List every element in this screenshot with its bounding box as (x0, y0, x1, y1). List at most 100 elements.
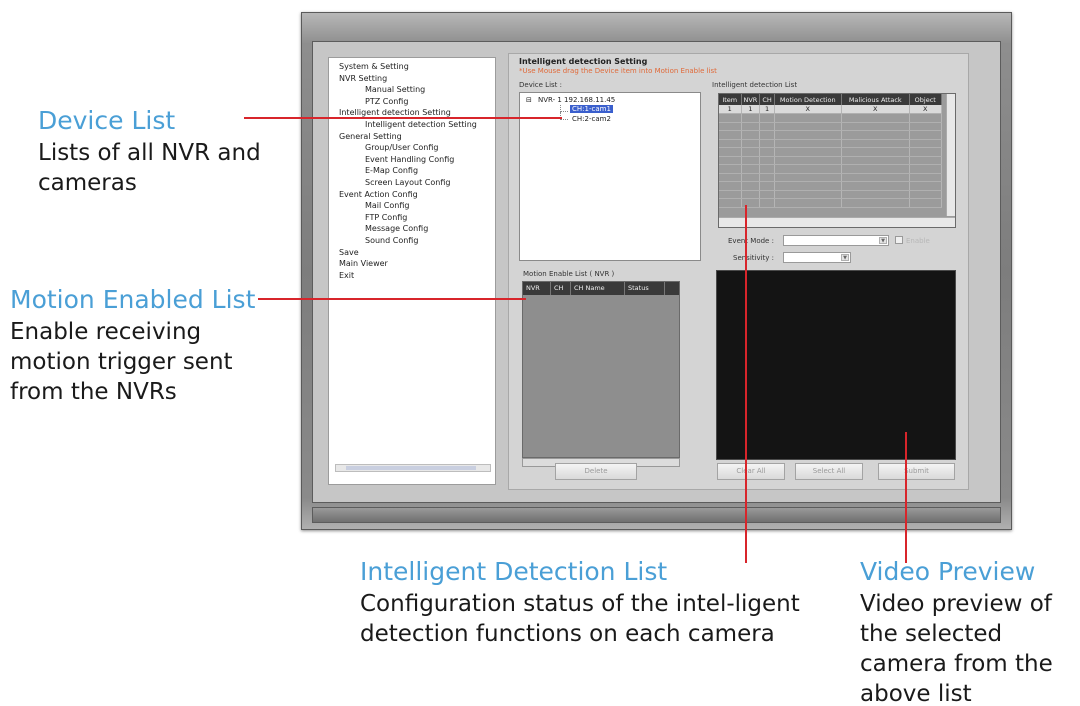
motion-enabled-leader-line (258, 298, 526, 300)
table-row-empty[interactable] (719, 198, 942, 208)
det-col-malicious-attack[interactable]: Malicious Attack (841, 94, 910, 105)
table-row-empty[interactable] (719, 190, 942, 199)
table-cell (774, 156, 842, 165)
detection-horizontal-scrollbar[interactable] (719, 217, 955, 227)
clear-all-button[interactable]: Clear All (717, 463, 785, 480)
det-col-nvr[interactable]: NVR (741, 94, 761, 105)
detection-vertical-scrollbar[interactable] (946, 94, 955, 216)
device-list-callout-desc: Lists of all NVR and cameras (38, 140, 261, 196)
table-cell (719, 164, 742, 174)
table-cell: X (909, 105, 942, 114)
motion-enable-list[interactable]: NVR CH CH Name Status (522, 281, 680, 458)
table-cell (719, 190, 742, 199)
submit-button[interactable]: Submit (878, 463, 955, 480)
det-col-item[interactable]: Item (719, 94, 742, 105)
table-cell (759, 173, 775, 182)
chevron-down-icon[interactable]: ▼ (879, 237, 887, 244)
intelligent-detection-list[interactable]: Item NVR CH Motion Detection Malicious A… (718, 93, 956, 228)
det-col-motion-detection[interactable]: Motion Detection (774, 94, 842, 105)
table-row-empty[interactable] (719, 147, 942, 157)
table-cell (841, 113, 910, 123)
sensitivity-select[interactable]: ▼ (783, 252, 851, 263)
table-cell (909, 173, 942, 182)
table-row-empty[interactable] (719, 113, 942, 123)
table-cell (741, 198, 761, 208)
device-tree-item-cam1[interactable]: CH:1-cam1 (570, 105, 613, 113)
table-cell (909, 181, 942, 191)
sidebar-item[interactable]: Group/User Config (339, 142, 495, 154)
motion-col-status[interactable]: Status (625, 282, 665, 295)
motion-col-ch-name[interactable]: CH Name (571, 282, 625, 295)
sidebar-item[interactable]: Manual Setting (339, 84, 495, 96)
table-cell (909, 147, 942, 157)
sidebar-item[interactable]: Event Handling Config (339, 154, 495, 166)
table-row-empty[interactable] (719, 130, 942, 140)
table-cell (741, 122, 761, 131)
table-cell (759, 164, 775, 174)
sidebar-item[interactable]: E-Map Config (339, 165, 495, 177)
table-cell (741, 164, 761, 174)
chevron-down-icon[interactable]: ▼ (841, 254, 849, 261)
sidebar-item[interactable]: Sound Config (339, 235, 495, 247)
table-cell (841, 147, 910, 157)
table-row-empty[interactable] (719, 173, 942, 182)
table-cell (759, 198, 775, 208)
table-row-empty[interactable] (719, 181, 942, 191)
delete-button[interactable]: Delete (555, 463, 637, 480)
nav-horizontal-scrollbar[interactable] (335, 464, 491, 472)
enable-checkbox[interactable] (895, 236, 903, 244)
table-cell (909, 122, 942, 131)
table-cell (719, 147, 742, 157)
table-cell (719, 139, 742, 148)
table-cell (841, 173, 910, 182)
sidebar-item[interactable]: System & Setting (339, 61, 495, 73)
device-tree-root[interactable]: NVR- 1 192.168.11.45 (538, 96, 615, 104)
table-cell (741, 190, 761, 199)
sidebar-item[interactable]: PTZ Config (339, 96, 495, 108)
detection-table-body: 111XXX (719, 105, 942, 208)
det-col-object[interactable]: Object (909, 94, 942, 105)
sidebar-item[interactable]: Exit (339, 270, 495, 282)
select-all-button[interactable]: Select All (795, 463, 863, 480)
sidebar-item[interactable]: Screen Layout Config (339, 177, 495, 189)
table-row-empty[interactable] (719, 156, 942, 165)
table-row-empty[interactable] (719, 164, 942, 174)
tree-expand-icon[interactable]: ⊟ (526, 96, 532, 104)
table-cell (741, 113, 761, 123)
sidebar-item[interactable]: Main Viewer (339, 258, 495, 270)
device-tree-item-cam2[interactable]: CH:2-cam2 (572, 115, 611, 123)
nav-list: System & Setting NVR Setting Manual Settin… (329, 58, 495, 281)
table-cell (719, 130, 742, 140)
table-row-empty[interactable] (719, 122, 942, 131)
table-cell (909, 139, 942, 148)
video-preview-callout-desc: Video preview of the selected camera fro… (860, 591, 1053, 706)
table-cell (759, 147, 775, 157)
sidebar-item[interactable]: FTP Config (339, 212, 495, 224)
motion-enable-label: Motion Enable List ( NVR ) (523, 270, 615, 278)
det-col-ch[interactable]: CH (759, 94, 775, 105)
sidebar-item[interactable]: NVR Setting (339, 73, 495, 85)
sidebar-item[interactable]: Save (339, 247, 495, 259)
panel-title: Intelligent detection Setting (519, 57, 648, 66)
table-cell (719, 198, 742, 208)
table-row-empty[interactable] (719, 139, 942, 148)
motion-enabled-callout-title: Motion Enabled List (10, 285, 256, 314)
motion-col-nvr[interactable]: NVR (523, 282, 551, 295)
detection-list-callout-desc: Configuration status of the intel-ligent… (360, 591, 800, 647)
sidebar-item[interactable]: Intelligent detection Setting (339, 119, 495, 131)
sidebar-item[interactable]: Mail Config (339, 200, 495, 212)
event-mode-select[interactable]: ▼ (783, 235, 889, 246)
motion-col-ch[interactable]: CH (551, 282, 571, 295)
detection-table: Item NVR CH Motion Detection Malicious A… (719, 94, 942, 208)
table-cell (741, 147, 761, 157)
sidebar-item[interactable]: Event Action Config (339, 189, 495, 201)
table-cell (741, 130, 761, 140)
nav-scrollbar-thumb[interactable] (346, 466, 476, 470)
detection-table-header: Item NVR CH Motion Detection Malicious A… (719, 94, 942, 105)
table-row[interactable]: 111XXX (719, 105, 942, 114)
sidebar-item[interactable]: Message Config (339, 223, 495, 235)
table-cell (774, 173, 842, 182)
sidebar-item[interactable]: General Setting (339, 131, 495, 143)
table-cell: 1 (759, 105, 775, 114)
detection-list-leader-line (745, 205, 747, 563)
